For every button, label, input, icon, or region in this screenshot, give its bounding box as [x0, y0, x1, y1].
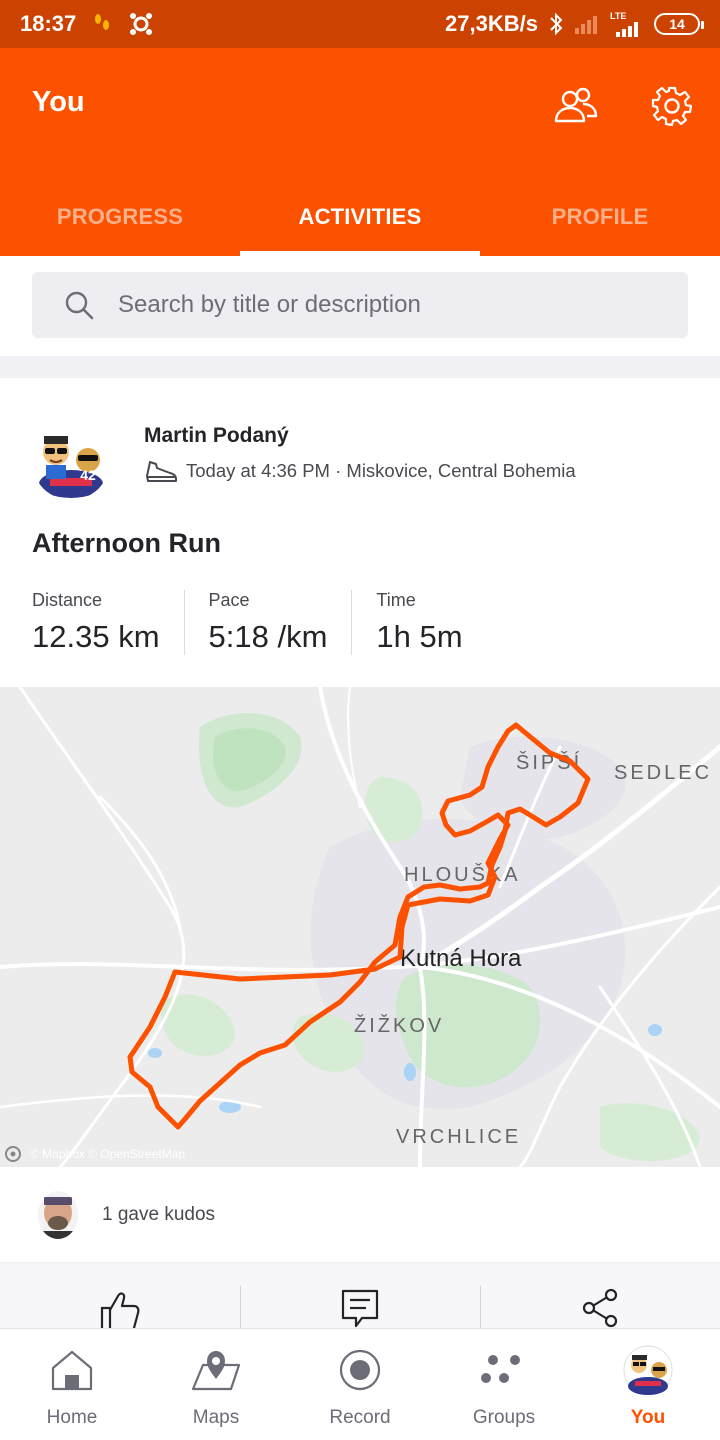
bottom-nav: Home Maps Record Groups You [0, 1328, 720, 1440]
nav-label: Home [46, 1407, 98, 1428]
activity-meta: Today at 4:36 PM · Miskovice, Central Bo… [144, 458, 576, 484]
search-input[interactable]: Search by title or description [32, 272, 688, 338]
route-map[interactable]: ŠIPŠÍ SEDLEC HLOUŠKA Kutná Hora ŽIŽKOV V… [0, 687, 720, 1167]
map-label-hlouska: HLOUŠKA [404, 863, 521, 886]
map-attribution: © Mapbox © OpenStreetMap [30, 1147, 185, 1161]
kudos-text: 1 gave kudos [102, 1203, 216, 1225]
home-icon [47, 1347, 97, 1393]
kudos-row[interactable]: 1 gave kudos [0, 1167, 720, 1262]
activity-time-location: Today at 4:36 PM · Miskovice, Central Bo… [186, 460, 576, 481]
search-icon [65, 291, 94, 320]
thumbs-up-icon [100, 1292, 140, 1332]
svg-text:42: 42 [80, 467, 96, 483]
status-bar: 18:37 27,3KB/s LTE 14 [0, 0, 720, 48]
nav-maps[interactable]: Maps [144, 1329, 288, 1440]
nav-record[interactable]: Record [288, 1329, 432, 1440]
stat-value: 12.35 km [32, 619, 160, 654]
friends-icon [554, 87, 598, 123]
kudos-avatar [38, 1190, 78, 1239]
map-label-sedlec: SEDLEC [614, 762, 712, 784]
settings-button[interactable] [648, 82, 696, 130]
stat-value: 1h 5m [376, 619, 463, 654]
signal-weak-icon [574, 14, 600, 34]
nav-label: Maps [192, 1407, 240, 1428]
gear-icon [651, 86, 693, 127]
maps-icon [191, 1347, 241, 1393]
footsteps-icon [94, 13, 110, 35]
stat-label: Time [376, 590, 416, 610]
run-shoe-icon [146, 461, 177, 482]
search-section: Search by title or description [0, 256, 720, 356]
athlete-name[interactable]: Martin Podaný [144, 424, 289, 448]
network-speed: 27,3KB/s [445, 11, 538, 36]
tab-profile[interactable]: PROFILE [480, 178, 720, 256]
nav-label: Record [329, 1407, 391, 1428]
tab-activities[interactable]: ACTIVITIES [240, 178, 480, 256]
search-placeholder: Search by title or description [118, 291, 421, 318]
network-type: LTE [610, 10, 627, 21]
activity-card[interactable]: 42 Martin Podaný Today at 4:36 PM · Misk… [0, 378, 720, 1262]
battery-level: 14 [669, 16, 685, 32]
stat-time: Time 1h 5m [351, 590, 486, 655]
nav-home[interactable]: Home [0, 1329, 144, 1440]
page-title: You [32, 86, 85, 118]
find-friends-button[interactable] [552, 82, 600, 130]
comment-icon [341, 1289, 379, 1328]
activity-title[interactable]: Afternoon Run [32, 528, 221, 559]
share-icon [582, 1288, 618, 1328]
activity-stats: Distance 12.35 km Pace 5:18 /km Time 1h … [32, 590, 487, 655]
groups-icon [479, 1347, 529, 1393]
nav-label: Groups [472, 1407, 536, 1428]
stat-label: Distance [32, 590, 103, 610]
nav-label: You [630, 1407, 666, 1428]
nav-you[interactable]: You [576, 1329, 720, 1440]
stat-value: 5:18 /km [208, 619, 328, 654]
athlete-avatar[interactable]: 42 [32, 422, 110, 500]
app-header: You PROGRESS ACTIVITIES PROFILE [0, 48, 720, 256]
nav-groups[interactable]: Groups [432, 1329, 576, 1440]
record-icon [335, 1347, 385, 1393]
battery-icon: 14 [654, 13, 704, 35]
tab-bar: PROGRESS ACTIVITIES PROFILE [0, 178, 720, 256]
status-time: 18:37 [20, 11, 77, 36]
screen: 18:37 27,3KB/s LTE 14 You PROGRESS ACTIV… [0, 0, 720, 1440]
tab-progress[interactable]: PROGRESS [0, 178, 240, 256]
signal-lte-icon: LTE [610, 10, 644, 37]
stat-label: Pace [208, 590, 250, 610]
app-notification-icon [128, 11, 154, 37]
stat-distance: Distance 12.35 km [32, 590, 184, 655]
map-label-zizkov: ŽIŽKOV [354, 1014, 444, 1037]
you-avatar-icon [623, 1345, 673, 1395]
bluetooth-icon [548, 12, 564, 36]
map-label-vrchlice: VRCHLICE [396, 1126, 521, 1148]
map-label-city: Kutná Hora [400, 945, 522, 972]
stat-pace: Pace 5:18 /km [183, 590, 352, 655]
